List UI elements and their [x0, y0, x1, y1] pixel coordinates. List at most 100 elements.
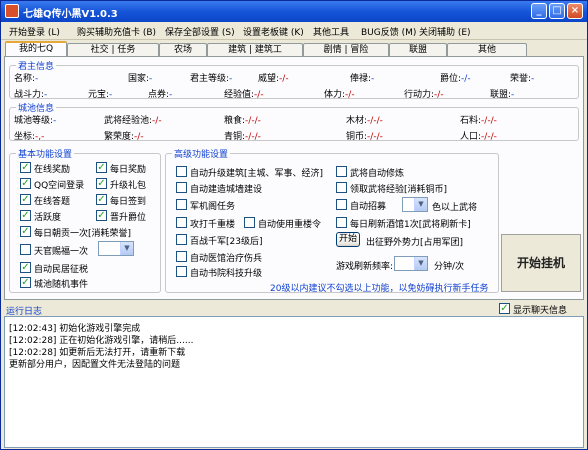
- lord-coupon: 点券:-: [148, 90, 173, 100]
- checkbox-blessing[interactable]: 天官赐福一次: [20, 244, 88, 257]
- city-copper: 铜币:-/-/-: [346, 132, 383, 142]
- checkbox-empty-icon: [20, 244, 31, 255]
- menu-close-assist[interactable]: 关闭辅助 (E): [419, 25, 471, 38]
- city-bronze: 青铜:-/-/-: [224, 132, 261, 142]
- checkbox-general-train[interactable]: 武将自动修炼: [336, 166, 404, 179]
- checkbox-general-exp[interactable]: 领取武将经验[消耗铜币]: [336, 182, 447, 195]
- menu-login[interactable]: 开始登录 (L): [9, 25, 60, 38]
- checkbox-empty-icon: [176, 234, 187, 245]
- basic-settings-group: 基本功能设置 ✓ 在线奖励 ✓ 每日奖励 ✓ QQ空间登录 ✓ 升级礼包 ✓ 在线答题 ✓…: [9, 147, 161, 293]
- recruit-color-dropdown[interactable]: ▼: [402, 197, 428, 212]
- checkbox-empty-icon: [336, 217, 347, 228]
- minimize-button[interactable]: _: [531, 3, 547, 19]
- chevron-down-icon: ▼: [120, 242, 133, 255]
- refresh-rate-unit: 分钟/次: [434, 262, 465, 272]
- menu-buy-card[interactable]: 购买辅助充值卡 (B): [77, 25, 156, 38]
- menu-save-settings[interactable]: 保存全部设置 (S): [165, 25, 235, 38]
- checkbox-level-gift[interactable]: ✓ 升级礼包: [96, 178, 146, 191]
- app-icon: [5, 4, 19, 18]
- checkbox-military-tasks[interactable]: 军机阁任务: [176, 199, 235, 212]
- checkbox-upgrade-buildings[interactable]: 自动升级建筑[主城、军事、经济]: [176, 166, 323, 179]
- city-level: 城池等级:-: [14, 116, 57, 126]
- close-button[interactable]: ×: [567, 3, 583, 19]
- checkbox-tavern-refresh[interactable]: 每日刷新酒馆1次[武将刷新卡]: [336, 217, 471, 230]
- menu-bar: 开始登录 (L) 购买辅助充值卡 (B) 保存全部设置 (S) 设置老板键 (K…: [1, 22, 587, 40]
- menu-boss-key[interactable]: 设置老板键 (K): [243, 25, 304, 38]
- checkbox-city-wall[interactable]: 自动建造城墙建设: [176, 182, 262, 195]
- refresh-rate-dropdown[interactable]: ▼: [394, 256, 428, 271]
- tab-farm[interactable]: 农场: [159, 43, 207, 57]
- tab-my-qq[interactable]: 我的七Q: [5, 41, 67, 57]
- checkbox-city-event[interactable]: ✓ 城池随机事件: [20, 277, 88, 290]
- checkbox-hundred-battles[interactable]: 百战千军[23级后]: [176, 234, 262, 247]
- lord-country: 国家:-: [128, 74, 153, 84]
- checkbox-house-tax[interactable]: ✓ 自动民居征税: [20, 262, 88, 275]
- check-icon: ✓: [96, 162, 107, 173]
- tab-alliance[interactable]: 联盟: [389, 43, 447, 57]
- checkbox-qzone-login[interactable]: ✓ QQ空间登录: [20, 178, 84, 191]
- checkbox-empty-icon: [176, 217, 187, 228]
- checkbox-daily-reward[interactable]: ✓ 每日奖励: [96, 162, 146, 175]
- expedition-label: 出征野外势力[占用军团]: [366, 238, 464, 248]
- tab-other[interactable]: 其他: [447, 43, 527, 57]
- checkbox-promote-rank[interactable]: ✓ 晋升爵位: [96, 210, 146, 223]
- lord-rank: 爵位:-/-: [440, 74, 471, 84]
- check-icon: ✓: [96, 210, 107, 221]
- checkbox-attack-tower[interactable]: 攻打千重楼: [176, 217, 235, 230]
- log-area[interactable]: [12:02:43] 初始化游戏引擎完成 [12:02:28] 正在初始化游戏引…: [4, 316, 584, 448]
- start-auto-button[interactable]: 开始挂机: [501, 234, 581, 292]
- tab-story-adventure[interactable]: 剧情 | 冒险: [303, 43, 389, 57]
- menu-bug-report[interactable]: BUG反馈 (M): [361, 25, 416, 38]
- checkbox-use-tower-token[interactable]: 自动使用重楼令: [244, 217, 321, 230]
- city-exp-pool: 武将经验池:-/-: [104, 116, 162, 126]
- check-icon: ✓: [20, 162, 31, 173]
- check-icon: ✓: [96, 178, 107, 189]
- city-coords: 坐标:-,-: [14, 132, 45, 142]
- beginner-hint: 20级以内建议不勾选以上功能，以免妨碍执行新手任务: [270, 284, 489, 294]
- checkbox-academy-tech[interactable]: 自动书院科技升级: [176, 266, 262, 279]
- chevron-down-icon: ▼: [414, 257, 427, 270]
- lord-alliance: 联盟:-: [490, 90, 515, 100]
- menu-other-tools[interactable]: 其他工具: [313, 25, 349, 38]
- checkbox-empty-icon: [336, 199, 347, 210]
- title-bar[interactable]: 七雄Q传小黑V1.0.3 _ □ ×: [1, 1, 587, 22]
- checkbox-heal-wounded[interactable]: 自动医馆治疗伤兵: [176, 251, 262, 264]
- checkbox-auto-recruit[interactable]: 自动招募: [336, 199, 386, 212]
- checkbox-empty-icon: [176, 199, 187, 210]
- city-wood: 木材:-/-/-: [346, 116, 383, 126]
- expedition-start-button[interactable]: 开始: [336, 232, 360, 247]
- city-info-group: 城池信息 城池等级:- 武将经验池:-/- 粮食:-/-/- 木材:-/-/- …: [9, 101, 579, 142]
- check-icon: ✓: [20, 277, 31, 288]
- lord-ingot: 元宝:-: [88, 90, 113, 100]
- blessing-dropdown[interactable]: ▼: [98, 241, 134, 256]
- check-icon: ✓: [20, 178, 31, 189]
- checkbox-online-reward[interactable]: ✓ 在线奖励: [20, 162, 70, 175]
- basic-settings-title: 基本功能设置: [16, 147, 75, 160]
- chevron-down-icon: ▼: [414, 198, 427, 211]
- lord-exp: 经验值:-/-: [224, 90, 264, 100]
- window-title: 七雄Q传小黑V1.0.3: [23, 9, 118, 20]
- checkbox-online-quiz[interactable]: ✓ 在线答题: [20, 194, 70, 207]
- check-icon: ✓: [96, 194, 107, 205]
- lord-level: 君主等级:-: [190, 74, 233, 84]
- checkbox-empty-icon: [176, 166, 187, 177]
- maximize-button[interactable]: □: [549, 3, 565, 19]
- lord-power: 战斗力:-: [14, 90, 48, 100]
- lord-honor: 荣誉:-: [510, 74, 535, 84]
- check-icon: ✓: [20, 210, 31, 221]
- tab-social-task[interactable]: 社交 | 任务: [67, 43, 159, 57]
- checkbox-empty-icon: [176, 182, 187, 193]
- checkbox-activity[interactable]: ✓ 活跃度: [20, 210, 61, 223]
- checkbox-daily-signin[interactable]: ✓ 每日签到: [96, 194, 146, 207]
- checkbox-daily-tribute[interactable]: ✓ 每日朝贡一次[消耗荣誉]: [20, 226, 131, 239]
- lord-action: 行动力:-/-: [404, 90, 444, 100]
- main-window: 七雄Q传小黑V1.0.3 _ □ × 开始登录 (L) 购买辅助充值卡 (B) …: [0, 0, 588, 450]
- lord-prestige: 威望:-/-: [258, 74, 289, 84]
- refresh-rate-label: 游戏刷新频率:: [336, 262, 394, 272]
- log-line: 更新部分用户，因配置文件无法登陆的问题: [9, 360, 181, 370]
- lord-name: 名称:-: [14, 74, 39, 84]
- lord-salary: 俸禄:-: [350, 74, 375, 84]
- tab-building[interactable]: 建筑 | 建筑工: [207, 43, 303, 57]
- checkbox-show-chat[interactable]: ✓ 显示聊天信息: [499, 303, 567, 316]
- city-food: 粮食:-/-/-: [224, 116, 261, 126]
